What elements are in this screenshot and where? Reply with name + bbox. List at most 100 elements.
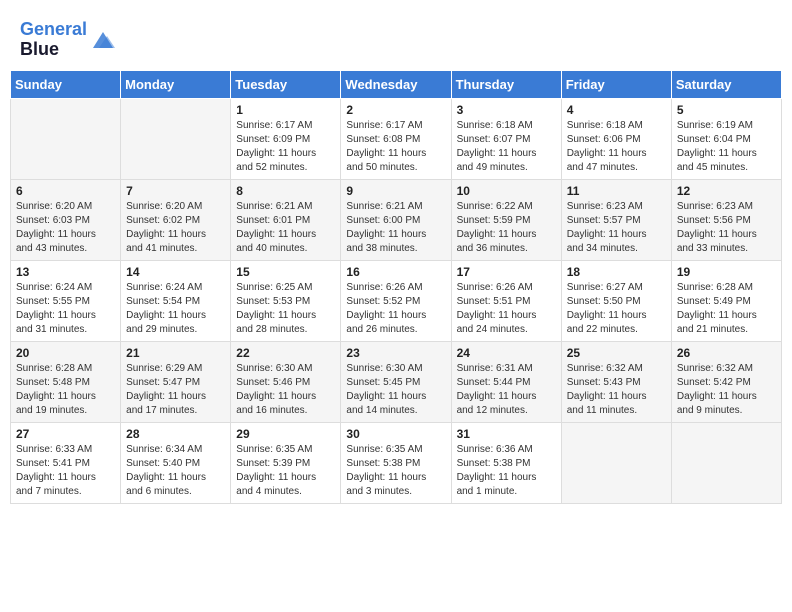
calendar-cell: 16 Sunrise: 6:26 AM Sunset: 5:52 PM Dayli…	[341, 260, 451, 341]
day-number: 19	[677, 265, 776, 279]
calendar-header-row: SundayMondayTuesdayWednesdayThursdayFrid…	[11, 70, 782, 98]
calendar-cell: 28Sunrise: 6:34 AM Sunset: 5:40 PM Dayli…	[121, 422, 231, 503]
day-number: 23	[346, 346, 445, 360]
day-number: 9	[346, 184, 445, 198]
day-number: 20	[16, 346, 115, 360]
day-info: Sunrise: 6:18 AM Sunset: 6:06 PM Dayligh…	[567, 119, 666, 175]
calendar-cell: 10 Sunrise: 6:22 AM Sunset: 5:59 PM Dayli…	[451, 179, 561, 260]
day-info: Sunrise: 6:28 AM Sunset: 5:49 PM Dayligh…	[677, 281, 776, 337]
calendar-cell: 3 Sunrise: 6:18 AM Sunset: 6:07 PM Daylig…	[451, 98, 561, 179]
calendar-cell: 22Sunrise: 6:30 AM Sunset: 5:46 PM Dayli…	[231, 341, 341, 422]
day-number: 17	[457, 265, 556, 279]
calendar-week-row: 27 Sunrise: 6:33 AM Sunset: 5:41 PM Dayli…	[11, 422, 782, 503]
day-number: 25	[567, 346, 666, 360]
day-number: 28	[126, 427, 225, 441]
day-info: Sunrise: 6:35 AM Sunset: 5:38 PM Dayligh…	[346, 443, 445, 499]
day-info: Sunrise: 6:17 AM Sunset: 6:09 PM Dayligh…	[236, 119, 335, 175]
calendar-cell: 2 Sunrise: 6:17 AM Sunset: 6:08 PM Daylig…	[341, 98, 451, 179]
day-info: Sunrise: 6:32 AM Sunset: 5:43 PM Dayligh…	[567, 362, 666, 418]
day-info: Sunrise: 6:21 AM Sunset: 6:01 PM Dayligh…	[236, 200, 335, 256]
calendar-table: SundayMondayTuesdayWednesdayThursdayFrid…	[10, 70, 782, 504]
day-number: 31	[457, 427, 556, 441]
day-info: Sunrise: 6:24 AM Sunset: 5:54 PM Dayligh…	[126, 281, 225, 337]
day-number: 16	[346, 265, 445, 279]
day-number: 12	[677, 184, 776, 198]
day-info: Sunrise: 6:23 AM Sunset: 5:56 PM Dayligh…	[677, 200, 776, 256]
day-number: 18	[567, 265, 666, 279]
day-info: Sunrise: 6:24 AM Sunset: 5:55 PM Dayligh…	[16, 281, 115, 337]
calendar-cell: 29 Sunrise: 6:35 AM Sunset: 5:39 PM Dayli…	[231, 422, 341, 503]
weekday-header: Sunday	[11, 70, 121, 98]
calendar-cell: 18 Sunrise: 6:27 AM Sunset: 5:50 PM Dayli…	[561, 260, 671, 341]
calendar-cell: 24 Sunrise: 6:31 AM Sunset: 5:44 PM Dayli…	[451, 341, 561, 422]
calendar-cell	[121, 98, 231, 179]
day-number: 7	[126, 184, 225, 198]
calendar-cell: 31Sunrise: 6:36 AM Sunset: 5:38 PM Dayli…	[451, 422, 561, 503]
day-info: Sunrise: 6:26 AM Sunset: 5:52 PM Dayligh…	[346, 281, 445, 337]
day-number: 24	[457, 346, 556, 360]
day-number: 6	[16, 184, 115, 198]
day-info: Sunrise: 6:18 AM Sunset: 6:07 PM Dayligh…	[457, 119, 556, 175]
calendar-cell: 6 Sunrise: 6:20 AM Sunset: 6:03 PM Daylig…	[11, 179, 121, 260]
weekday-header: Wednesday	[341, 70, 451, 98]
day-info: Sunrise: 6:31 AM Sunset: 5:44 PM Dayligh…	[457, 362, 556, 418]
calendar-week-row: 6 Sunrise: 6:20 AM Sunset: 6:03 PM Daylig…	[11, 179, 782, 260]
calendar-week-row: 13Sunrise: 6:24 AM Sunset: 5:55 PM Dayli…	[11, 260, 782, 341]
day-number: 2	[346, 103, 445, 117]
day-info: Sunrise: 6:20 AM Sunset: 6:02 PM Dayligh…	[126, 200, 225, 256]
calendar-cell: 19 Sunrise: 6:28 AM Sunset: 5:49 PM Dayli…	[671, 260, 781, 341]
day-number: 29	[236, 427, 335, 441]
calendar-cell: 23Sunrise: 6:30 AM Sunset: 5:45 PM Dayli…	[341, 341, 451, 422]
day-number: 27	[16, 427, 115, 441]
calendar-cell: 4 Sunrise: 6:18 AM Sunset: 6:06 PM Daylig…	[561, 98, 671, 179]
weekday-header: Thursday	[451, 70, 561, 98]
day-info: Sunrise: 6:20 AM Sunset: 6:03 PM Dayligh…	[16, 200, 115, 256]
day-number: 21	[126, 346, 225, 360]
day-number: 11	[567, 184, 666, 198]
calendar-cell: 7 Sunrise: 6:20 AM Sunset: 6:02 PM Daylig…	[121, 179, 231, 260]
calendar-cell: 11Sunrise: 6:23 AM Sunset: 5:57 PM Dayli…	[561, 179, 671, 260]
logo-text: GeneralBlue	[20, 20, 87, 60]
weekday-header: Saturday	[671, 70, 781, 98]
logo: GeneralBlue	[20, 20, 117, 60]
day-info: Sunrise: 6:21 AM Sunset: 6:00 PM Dayligh…	[346, 200, 445, 256]
day-info: Sunrise: 6:27 AM Sunset: 5:50 PM Dayligh…	[567, 281, 666, 337]
calendar-cell: 30 Sunrise: 6:35 AM Sunset: 5:38 PM Dayli…	[341, 422, 451, 503]
day-number: 15	[236, 265, 335, 279]
day-number: 10	[457, 184, 556, 198]
calendar-cell: 17 Sunrise: 6:26 AM Sunset: 5:51 PM Dayli…	[451, 260, 561, 341]
calendar-cell: 25 Sunrise: 6:32 AM Sunset: 5:43 PM Dayli…	[561, 341, 671, 422]
calendar-cell: 26Sunrise: 6:32 AM Sunset: 5:42 PM Dayli…	[671, 341, 781, 422]
day-info: Sunrise: 6:33 AM Sunset: 5:41 PM Dayligh…	[16, 443, 115, 499]
day-number: 30	[346, 427, 445, 441]
calendar-cell: 5 Sunrise: 6:19 AM Sunset: 6:04 PM Daylig…	[671, 98, 781, 179]
day-info: Sunrise: 6:35 AM Sunset: 5:39 PM Dayligh…	[236, 443, 335, 499]
calendar-cell	[671, 422, 781, 503]
day-info: Sunrise: 6:32 AM Sunset: 5:42 PM Dayligh…	[677, 362, 776, 418]
logo-icon	[89, 28, 117, 52]
calendar-week-row: 1 Sunrise: 6:17 AM Sunset: 6:09 PM Daylig…	[11, 98, 782, 179]
weekday-header: Tuesday	[231, 70, 341, 98]
day-info: Sunrise: 6:30 AM Sunset: 5:46 PM Dayligh…	[236, 362, 335, 418]
calendar-cell	[11, 98, 121, 179]
calendar-cell: 12 Sunrise: 6:23 AM Sunset: 5:56 PM Dayli…	[671, 179, 781, 260]
weekday-header: Friday	[561, 70, 671, 98]
day-number: 5	[677, 103, 776, 117]
calendar-cell: 15 Sunrise: 6:25 AM Sunset: 5:53 PM Dayli…	[231, 260, 341, 341]
calendar-cell: 8Sunrise: 6:21 AM Sunset: 6:01 PM Daylig…	[231, 179, 341, 260]
calendar-week-row: 20 Sunrise: 6:28 AM Sunset: 5:48 PM Dayli…	[11, 341, 782, 422]
day-number: 3	[457, 103, 556, 117]
calendar-cell: 13Sunrise: 6:24 AM Sunset: 5:55 PM Dayli…	[11, 260, 121, 341]
day-info: Sunrise: 6:25 AM Sunset: 5:53 PM Dayligh…	[236, 281, 335, 337]
day-number: 1	[236, 103, 335, 117]
day-number: 4	[567, 103, 666, 117]
calendar-cell: 1 Sunrise: 6:17 AM Sunset: 6:09 PM Daylig…	[231, 98, 341, 179]
calendar-cell	[561, 422, 671, 503]
day-info: Sunrise: 6:17 AM Sunset: 6:08 PM Dayligh…	[346, 119, 445, 175]
day-info: Sunrise: 6:28 AM Sunset: 5:48 PM Dayligh…	[16, 362, 115, 418]
day-info: Sunrise: 6:26 AM Sunset: 5:51 PM Dayligh…	[457, 281, 556, 337]
day-info: Sunrise: 6:19 AM Sunset: 6:04 PM Dayligh…	[677, 119, 776, 175]
day-info: Sunrise: 6:22 AM Sunset: 5:59 PM Dayligh…	[457, 200, 556, 256]
calendar-cell: 27 Sunrise: 6:33 AM Sunset: 5:41 PM Dayli…	[11, 422, 121, 503]
page-header: GeneralBlue	[10, 10, 782, 65]
